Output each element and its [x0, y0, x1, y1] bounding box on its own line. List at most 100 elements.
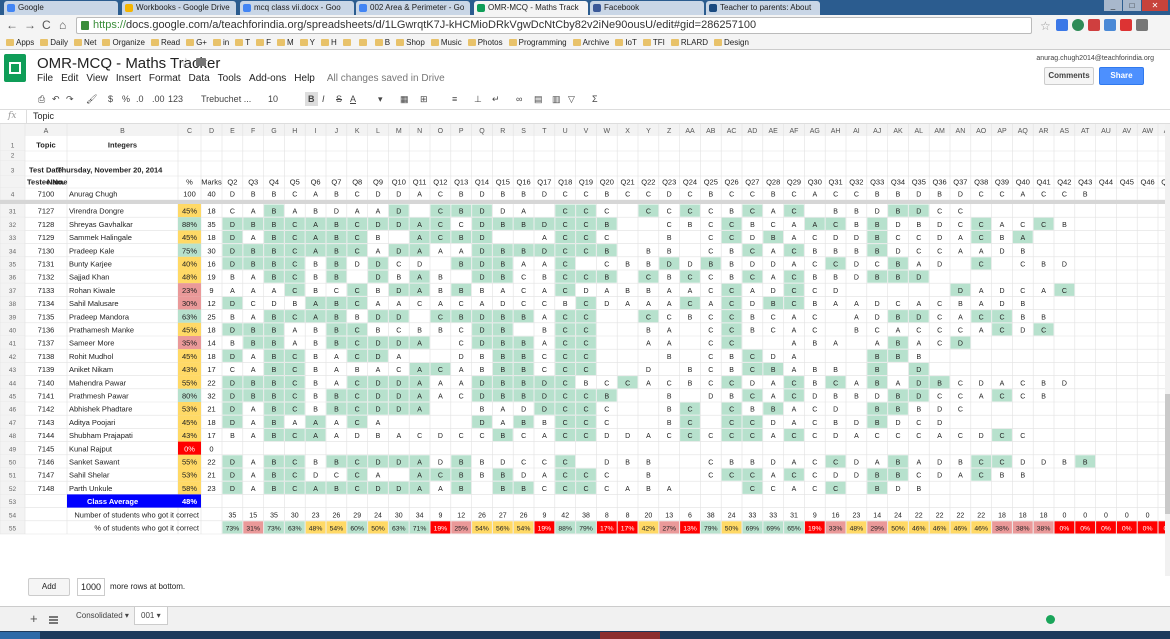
menu-item-data[interactable]: Data — [189, 73, 210, 84]
add-rows-button[interactable]: Add — [28, 578, 70, 596]
start-button[interactable] — [0, 632, 40, 639]
row-number[interactable]: 3 — [11, 168, 15, 175]
column-header-AH[interactable]: AH — [831, 128, 841, 135]
column-header-AS[interactable]: AS — [1060, 128, 1070, 135]
text-color-button[interactable]: A — [350, 92, 356, 106]
bookmark-item[interactable]: Archive — [572, 36, 609, 49]
font-select[interactable]: Trebuchet ... — [201, 92, 251, 106]
vertical-scrollbar[interactable] — [1165, 124, 1170, 576]
minimize-button[interactable]: _ — [1104, 0, 1122, 11]
menu-item-add-ons[interactable]: Add-ons — [249, 73, 286, 84]
column-header-N[interactable]: N — [417, 128, 422, 135]
undo-icon[interactable]: ↶ — [52, 92, 60, 106]
column-header-AU[interactable]: AU — [1101, 128, 1111, 135]
column-header-K[interactable]: K — [355, 128, 360, 135]
column-header-AL[interactable]: AL — [915, 128, 924, 135]
column-header-F[interactable]: F — [251, 128, 255, 135]
add-rows-count-input[interactable]: 1000 — [77, 578, 105, 596]
column-header-AK[interactable]: AK — [893, 128, 903, 135]
browser-tab[interactable]: Workbooks - Google Drive — [122, 1, 236, 15]
column-header-C[interactable]: C — [187, 128, 192, 135]
column-header-L[interactable]: L — [376, 128, 380, 135]
taskbar-item[interactable] — [600, 632, 660, 639]
bookmark-item[interactable]: Daily — [40, 36, 68, 49]
menu-item-view[interactable]: View — [86, 73, 108, 84]
comment-icon[interactable]: ▤ — [534, 92, 543, 106]
column-header-A[interactable]: A — [44, 128, 49, 135]
row-number[interactable]: 55 — [9, 526, 17, 533]
column-header-AT[interactable]: AT — [1081, 128, 1090, 135]
row-number[interactable]: 31 — [9, 209, 17, 216]
align-left-icon[interactable]: ≡ — [452, 92, 457, 106]
column-header-I[interactable]: I — [315, 128, 317, 135]
extension-icon[interactable] — [1056, 19, 1068, 31]
bookmark-item[interactable]: Photos — [467, 36, 503, 49]
column-header-AM[interactable]: AM — [934, 128, 945, 135]
browser-tab[interactable]: 002 Area & Perimeter - Go — [356, 1, 470, 15]
browser-tab[interactable]: mcq class vii.docx - Goo — [240, 1, 354, 15]
column-header-G[interactable]: G — [271, 128, 276, 135]
spreadsheet-grid[interactable]: A B C D E F G H I J K L M N O P Q R S T U V W X Y Z AA AB AC AD AE AF AG… — [0, 124, 1165, 576]
row-number[interactable]: 52 — [9, 486, 17, 493]
menu-icon[interactable] — [1136, 19, 1148, 31]
column-header-Z[interactable]: Z — [667, 128, 672, 135]
row-number[interactable]: 49 — [9, 446, 17, 453]
column-header-Q[interactable]: Q — [479, 128, 485, 135]
number-format-button[interactable]: 123 — [168, 92, 183, 106]
bookmark-item[interactable]: F — [256, 36, 271, 49]
bookmark-item[interactable]: M — [276, 36, 294, 49]
bookmark-item[interactable]: Programming — [508, 36, 567, 49]
row-number[interactable]: 1 — [11, 143, 15, 150]
bookmark-item[interactable]: Read — [150, 36, 180, 49]
print-icon[interactable]: ⎙ — [38, 92, 45, 106]
column-header-E[interactable]: E — [230, 128, 235, 135]
bookmark-item[interactable]: H — [321, 36, 337, 49]
back-icon[interactable]: ← — [6, 18, 18, 32]
bookmark-item[interactable]: RLARD — [670, 36, 708, 49]
column-header-T[interactable]: T — [542, 128, 547, 135]
menu-item-insert[interactable]: Insert — [116, 73, 141, 84]
home-icon[interactable]: ⌂ — [59, 18, 66, 32]
decrease-decimal-button[interactable]: .0 — [136, 92, 144, 106]
column-header-U[interactable]: U — [563, 128, 568, 135]
row-number[interactable]: 43 — [9, 367, 17, 374]
column-header-AD[interactable]: AD — [748, 128, 758, 135]
menu-item-help[interactable]: Help — [294, 73, 315, 84]
fill-color-icon[interactable]: ▾ — [378, 92, 383, 106]
extension-icon[interactable] — [1072, 19, 1084, 31]
column-header-AW[interactable]: AW — [1142, 128, 1153, 135]
bookmark-item[interactable]: in — [212, 36, 229, 49]
row-number[interactable]: 42 — [9, 354, 17, 361]
column-header-M[interactable]: M — [396, 128, 402, 135]
doc-title[interactable]: OMR-MCQ - Maths Tracker — [37, 55, 220, 72]
bookmark-item[interactable]: TFI — [642, 36, 665, 49]
column-header-AP[interactable]: AP — [997, 128, 1007, 135]
bookmark-item[interactable]: IoT — [615, 36, 637, 49]
sheets-logo-icon[interactable] — [4, 54, 26, 82]
menu-item-tools[interactable]: Tools — [218, 73, 241, 84]
link-icon[interactable]: ∞ — [516, 92, 522, 106]
bookmark-item[interactable] — [342, 36, 353, 49]
row-number[interactable]: 39 — [9, 314, 17, 321]
browser-tab[interactable]: Google — [4, 1, 118, 15]
column-header-AO[interactable]: AO — [976, 128, 987, 135]
extension-icon[interactable] — [1088, 19, 1100, 31]
folder-icon[interactable] — [196, 58, 206, 66]
redo-icon[interactable]: ↷ — [66, 92, 74, 106]
column-header-AQ[interactable]: AQ — [1018, 128, 1029, 135]
currency-format-button[interactable]: $ — [108, 92, 113, 106]
scrollbar-thumb[interactable] — [1165, 394, 1170, 514]
sheet-tab-consolidated[interactable]: Consolidated ▾ — [70, 607, 135, 625]
user-email[interactable]: anurag.chugh2014@teachforindia.org — [1036, 55, 1154, 62]
row-number[interactable]: 2 — [11, 153, 15, 160]
row-number[interactable]: 33 — [9, 235, 17, 242]
row-number[interactable]: 53 — [9, 499, 17, 506]
url-input[interactable]: https://docs.google.com/a/teachforindia.… — [76, 17, 1032, 34]
column-header-AE[interactable]: AE — [769, 128, 779, 135]
row-number[interactable]: 36 — [9, 275, 17, 282]
row-number[interactable]: 37 — [9, 288, 17, 295]
browser-tab[interactable]: Teacher to parents: About — [706, 1, 820, 15]
paint-format-icon[interactable]: 🖌 — [86, 92, 97, 106]
column-header-H[interactable]: H — [292, 128, 297, 135]
filter-icon[interactable]: ▽ — [568, 92, 575, 106]
